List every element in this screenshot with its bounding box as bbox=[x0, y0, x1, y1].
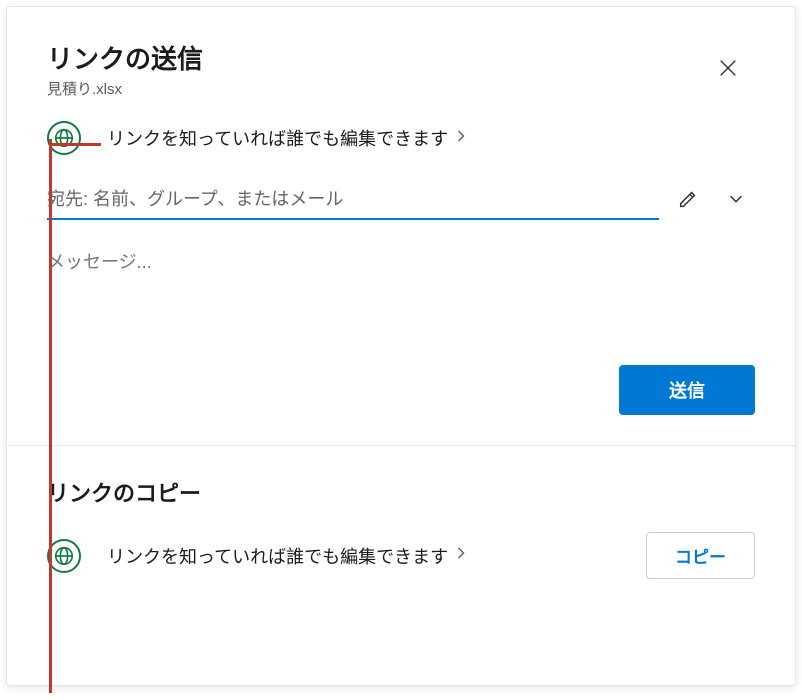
annotation-horizontal-line bbox=[49, 143, 101, 146]
expand-button[interactable] bbox=[717, 182, 755, 219]
message-input[interactable] bbox=[47, 248, 755, 290]
message-area bbox=[47, 248, 755, 295]
recipient-row bbox=[47, 181, 755, 220]
copy-button[interactable]: コピー bbox=[646, 532, 755, 579]
send-link-dialog: リンクの送信 見積り.xlsx リンクを知っていれば誰でも編集できます bbox=[6, 6, 796, 686]
recipient-input[interactable] bbox=[47, 181, 659, 220]
copy-section-title: リンクのコピー bbox=[47, 476, 755, 508]
copy-permission-label: リンクを知っていれば誰でも編集できます bbox=[107, 543, 448, 569]
dialog-title: リンクの送信 bbox=[47, 39, 203, 76]
copy-link-section: リンクのコピー リンクを知っていれば誰でも編集できます bbox=[7, 446, 795, 609]
send-row: 送信 bbox=[7, 295, 795, 445]
copy-permission-label-row: リンクを知っていれば誰でも編集できます bbox=[107, 543, 467, 569]
chevron-right-icon bbox=[456, 545, 467, 566]
globe-icon bbox=[47, 121, 81, 155]
chevron-down-icon bbox=[725, 198, 747, 213]
send-button[interactable]: 送信 bbox=[619, 365, 755, 415]
annotation-vertical-line bbox=[49, 139, 52, 693]
close-icon bbox=[717, 67, 739, 82]
header-title-group: リンクの送信 見積り.xlsx bbox=[47, 39, 203, 99]
permission-label-row: リンクを知っていれば誰でも編集できます bbox=[107, 125, 467, 151]
permission-label: リンクを知っていれば誰でも編集できます bbox=[107, 125, 448, 151]
copy-permission-selector[interactable]: リンクを知っていれば誰でも編集できます bbox=[47, 539, 467, 573]
chevron-right-icon bbox=[456, 128, 467, 149]
close-button[interactable] bbox=[713, 53, 743, 86]
edit-button[interactable] bbox=[669, 182, 707, 219]
permission-selector[interactable]: リンクを知っていれば誰でも編集できます bbox=[7, 107, 795, 159]
dialog-header: リンクの送信 見積り.xlsx bbox=[7, 7, 795, 107]
copy-row: リンクを知っていれば誰でも編集できます コピー bbox=[47, 532, 755, 579]
dialog-subtitle: 見積り.xlsx bbox=[47, 78, 203, 99]
pencil-icon bbox=[677, 198, 699, 213]
globe-icon bbox=[47, 539, 81, 573]
